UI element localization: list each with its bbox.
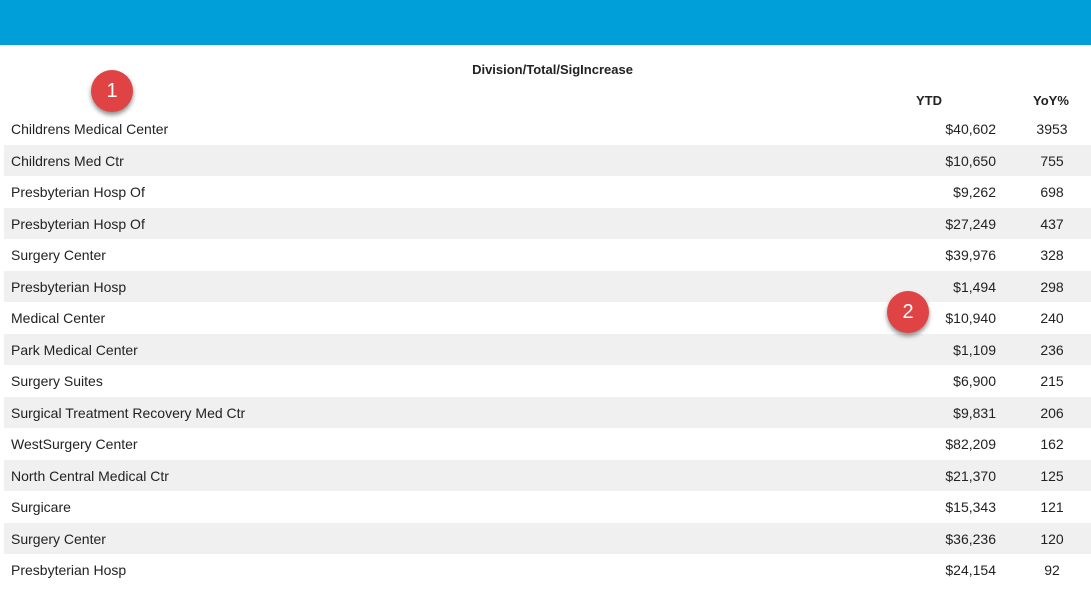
row-name: North Central Medical Ctr bbox=[11, 467, 169, 484]
row-yoy: 236 bbox=[1040, 341, 1064, 358]
row-name: Surgery Center bbox=[11, 530, 106, 547]
row-name: Childrens Med Ctr bbox=[11, 152, 124, 169]
row-name: Surgical Treatment Recovery Med Ctr bbox=[11, 404, 246, 421]
table-row[interactable]: Childrens Medical Center $40,602 3953 bbox=[4, 113, 1091, 145]
row-ytd: $82,209 bbox=[945, 436, 996, 452]
row-name: Surgery Suites bbox=[11, 373, 103, 389]
row-yoy: 698 bbox=[1040, 184, 1064, 200]
table-row[interactable]: Surgicare $15,343 121 bbox=[4, 491, 1091, 523]
row-ytd: $6,900 bbox=[953, 373, 996, 389]
row-yoy: 215 bbox=[1040, 373, 1064, 389]
row-name: Presbyterian Hosp Of bbox=[11, 184, 145, 200]
column-header-yoy[interactable]: YoY% bbox=[1033, 93, 1069, 108]
table-row[interactable]: Surgery Center $39,976 328 bbox=[4, 239, 1091, 271]
row-name: Presbyterian Hosp Of bbox=[11, 215, 145, 232]
table-row[interactable]: Presbyterian Hosp $1,494 298 bbox=[4, 270, 1091, 302]
row-name: Childrens Medical Center bbox=[11, 121, 169, 137]
row-yoy: 92 bbox=[1044, 562, 1060, 578]
row-yoy: 240 bbox=[1040, 310, 1064, 326]
row-name: Surgicare bbox=[11, 499, 71, 515]
callout-badge-2: 2 bbox=[887, 291, 929, 333]
row-name: Surgery Center bbox=[11, 247, 106, 263]
table-row[interactable]: North Central Medical Ctr $21,370 125 bbox=[4, 459, 1091, 491]
column-header-ytd[interactable]: YTD bbox=[916, 93, 942, 108]
table-row[interactable]: Surgical Treatment Recovery Med Ctr $9,83… bbox=[4, 396, 1091, 428]
row-yoy: 206 bbox=[1040, 404, 1064, 421]
row-yoy: 162 bbox=[1040, 436, 1064, 452]
row-ytd: $15,343 bbox=[945, 499, 996, 515]
row-yoy: 120 bbox=[1040, 530, 1064, 547]
row-name: Presbyterian Hosp bbox=[11, 278, 127, 295]
row-name: Medical Center bbox=[11, 310, 106, 326]
table-row[interactable]: Surgery Suites $6,900 215 bbox=[4, 365, 1091, 397]
row-yoy: 121 bbox=[1040, 499, 1064, 515]
row-yoy: 755 bbox=[1040, 152, 1064, 169]
row-yoy: 328 bbox=[1040, 247, 1064, 263]
table-row[interactable]: Park Medical Center $1,109 236 bbox=[4, 333, 1091, 365]
report-title: Division/Total/SigIncrease bbox=[472, 62, 633, 77]
row-name: WestSurgery Center bbox=[11, 436, 138, 452]
row-name: Park Medical Center bbox=[11, 341, 138, 358]
row-ytd: $10,940 bbox=[945, 310, 996, 326]
table-row[interactable]: Surgery Center $36,236 120 bbox=[4, 522, 1091, 554]
division-table: Childrens Medical Center $40,602 3953 Child… bbox=[4, 113, 1091, 586]
row-ytd: $1,494 bbox=[953, 278, 996, 295]
row-ytd: $21,370 bbox=[945, 467, 996, 484]
table-row[interactable]: Presbyterian Hosp $24,154 92 bbox=[4, 554, 1091, 586]
row-yoy: 125 bbox=[1040, 467, 1064, 484]
table-row[interactable]: Presbyterian Hosp Of $9,262 698 bbox=[4, 176, 1091, 208]
row-yoy: 437 bbox=[1040, 215, 1064, 232]
row-ytd: $39,976 bbox=[945, 247, 996, 263]
table-row[interactable]: WestSurgery Center $82,209 162 bbox=[4, 428, 1091, 460]
row-ytd: $1,109 bbox=[953, 341, 996, 358]
row-ytd: $10,650 bbox=[945, 152, 996, 169]
table-row[interactable]: Childrens Med Ctr $10,650 755 bbox=[4, 144, 1091, 176]
row-ytd: $27,249 bbox=[945, 215, 996, 232]
row-yoy: 298 bbox=[1040, 278, 1064, 295]
row-ytd: $24,154 bbox=[945, 562, 996, 578]
row-ytd: $9,831 bbox=[953, 404, 996, 421]
row-ytd: $40,602 bbox=[945, 121, 996, 137]
row-ytd: $9,262 bbox=[953, 184, 996, 200]
table-row[interactable]: Presbyterian Hosp Of $27,249 437 bbox=[4, 207, 1091, 239]
row-yoy: 3953 bbox=[1036, 121, 1068, 137]
callout-badge-1: 1 bbox=[91, 70, 133, 112]
top-bar bbox=[0, 0, 1091, 45]
row-name: Presbyterian Hosp bbox=[11, 562, 127, 578]
row-ytd: $36,236 bbox=[945, 530, 996, 547]
